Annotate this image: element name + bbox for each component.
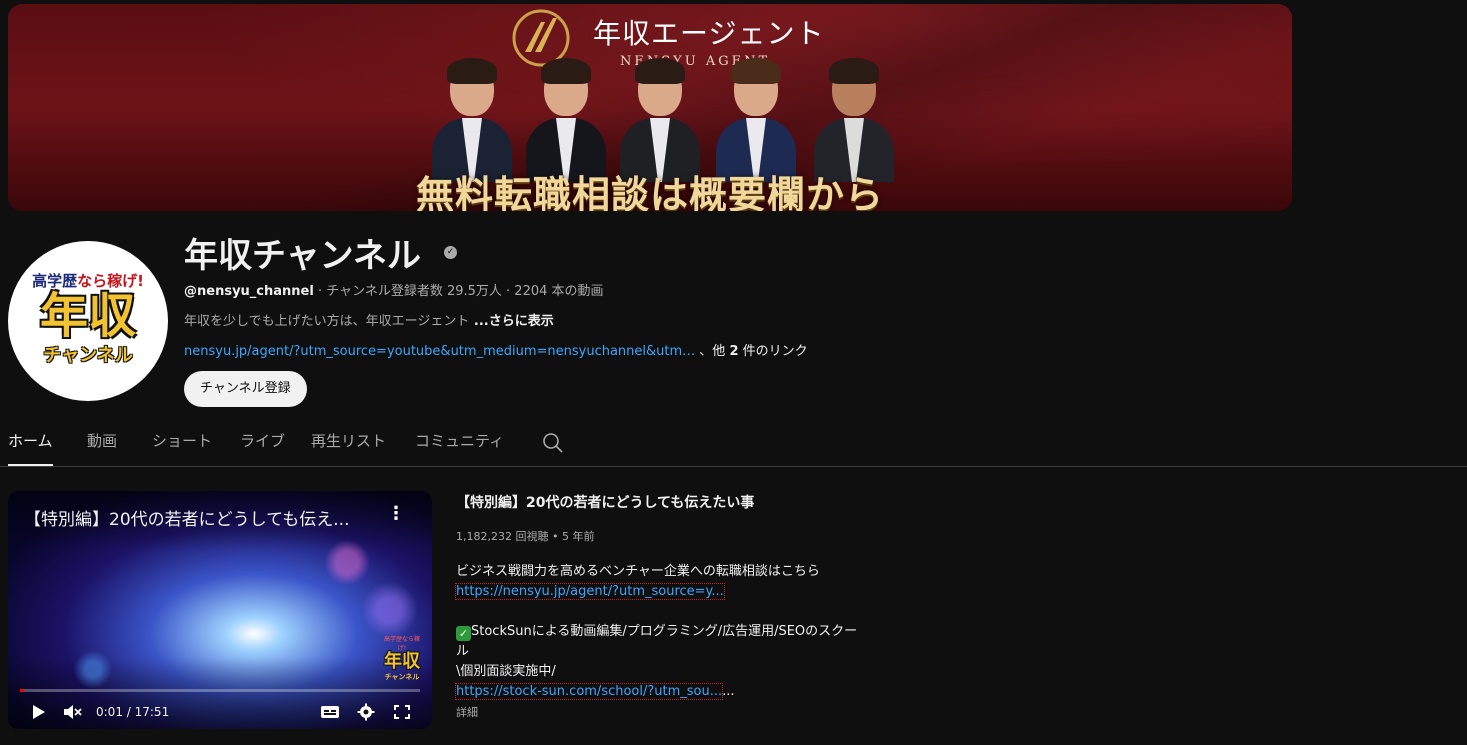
- channel-title: 年収チャンネル: [184, 236, 421, 276]
- fullscreen-icon[interactable]: [392, 703, 412, 721]
- video-title[interactable]: 【特別編】20代の若者にどうしても伝えたい事: [456, 492, 754, 512]
- tab-shorts[interactable]: ショート: [152, 430, 212, 466]
- more-vert-icon[interactable]: ⋮: [386, 503, 406, 525]
- banner-brand-jp: 年収エージェント: [593, 17, 825, 50]
- channel-banner: 年収エージェント NENSYU AGENT 無料転職相談は概要欄から: [8, 4, 1292, 211]
- check-mark-icon: ✓: [456, 626, 471, 641]
- player-title[interactable]: 【特別編】20代の若者にどうしても伝え...: [24, 505, 349, 530]
- settings-gear-icon[interactable]: [356, 703, 376, 721]
- channel-meta: @nensyu_channel · チャンネル登録者数 29.5万人 · 220…: [184, 280, 604, 299]
- tab-videos[interactable]: 動画: [87, 430, 117, 466]
- progress-fill: [20, 689, 24, 692]
- desc-link-1[interactable]: https://nensyu.jp/agent/?utm_source=y...: [455, 583, 725, 600]
- verified-badge-icon: ✓: [444, 246, 457, 259]
- channel-stats: · チャンネル登録者数 29.5万人 · 2204 本の動画: [313, 284, 604, 299]
- video-details-link[interactable]: 詳細: [456, 704, 478, 720]
- featured-video-player[interactable]: 【特別編】20代の若者にどうしても伝え... ⋮ 高学歴なら稼げ! 年収 チャン…: [8, 491, 432, 729]
- tab-home[interactable]: ホーム: [8, 430, 53, 466]
- time-display: 0:01 / 17:51: [96, 705, 170, 719]
- avatar-sub-text: チャンネル: [43, 344, 133, 366]
- desc-ellipsis: ...: [722, 684, 735, 699]
- video-watermark-logo: 高学歴なら稼げ! 年収 チャンネル: [383, 636, 420, 681]
- tab-live[interactable]: ライブ: [240, 430, 285, 466]
- channel-links: nensyu.jp/agent/?utm_source=youtube&utm_…: [184, 340, 808, 359]
- video-meta: 1,182,232 回視聴 • 5 年前: [456, 530, 595, 543]
- progress-bar[interactable]: [20, 689, 420, 692]
- channel-description-text: 年収を少しでも上げたい方は、年収エージェント: [184, 314, 470, 329]
- desc-line-1: ビジネス戦闘力を高めるベンチャー企業への転職相談はこちら: [456, 564, 820, 579]
- search-icon[interactable]: [542, 432, 564, 454]
- channel-link-url[interactable]: nensyu.jp/agent/?utm_source=youtube&utm_…: [184, 344, 695, 359]
- tab-community[interactable]: コミュニティ: [415, 430, 504, 466]
- show-more-link[interactable]: ...さらに表示: [469, 314, 554, 329]
- channel-description[interactable]: 年収を少しでも上げたい方は、年収エージェント ...さらに表示: [184, 310, 554, 329]
- channel-tabs: ホーム 動画 ショート ライブ 再生リスト コミュニティ: [0, 420, 1467, 467]
- tab-playlists[interactable]: 再生リスト: [311, 430, 386, 466]
- desc-line-2: ✓ StockSunによる動画編集/プログラミング/広告運用/SEOのスクール: [456, 624, 858, 659]
- more-links[interactable]: 、他 2 件のリンク: [699, 344, 807, 359]
- channel-avatar[interactable]: 高学歴なら稼げ! 年収 チャンネル: [8, 241, 168, 401]
- video-description: ビジネス戦闘力を高めるベンチャー企業への転職相談はこちら https://nen…: [454, 562, 866, 702]
- desc-line-3: \個別面談実施中/: [456, 664, 556, 679]
- subtitles-icon[interactable]: [320, 703, 340, 721]
- subscribe-button[interactable]: チャンネル登録: [184, 371, 307, 407]
- mute-icon[interactable]: [62, 703, 82, 721]
- play-icon[interactable]: [28, 703, 48, 721]
- avatar-main-text: 年収: [39, 287, 136, 344]
- banner-cta: 無料転職相談は概要欄から: [415, 172, 884, 211]
- channel-handle: @nensyu_channel: [184, 284, 314, 299]
- desc-link-2[interactable]: https://stock-sun.com/school/?utm_sou...: [454, 683, 724, 700]
